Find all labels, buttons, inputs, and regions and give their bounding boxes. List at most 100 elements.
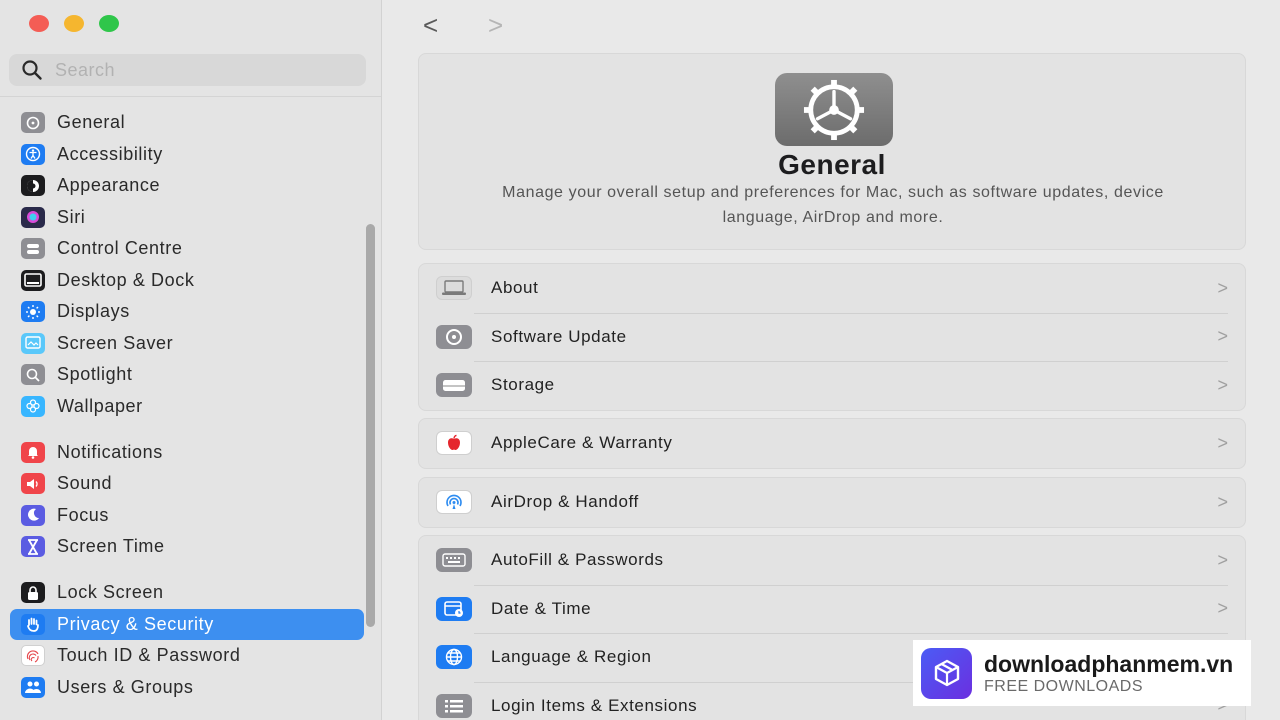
watermark-banner: downloadphanmem.vn FREE DOWNLOADS (913, 640, 1251, 706)
forward-button[interactable]: > (488, 10, 503, 41)
sidebar-item-screen-time[interactable]: Screen Time (10, 531, 364, 563)
sidebar-item-focus[interactable]: Focus (10, 500, 364, 532)
accessibility-icon (21, 143, 45, 165)
calendar-clock-icon (436, 596, 472, 621)
main-pane: < > General Manage your overall setup an… (383, 0, 1280, 720)
row-applecare-and-warranty[interactable]: AppleCare & Warranty > (419, 419, 1245, 468)
sidebar-item-label: Control Centre (57, 238, 183, 259)
chevron-right-icon: > (1217, 491, 1228, 512)
row-date-and-time[interactable]: Date & Time > (419, 584, 1245, 634)
minimize-window-button[interactable] (64, 15, 84, 32)
sidebar-item-label: Sound (57, 473, 113, 494)
page-description: Manage your overall setup and preference… (502, 184, 1164, 226)
sidebar-scrollbar[interactable] (366, 224, 375, 627)
airdrop-icon (436, 490, 472, 515)
close-window-button[interactable] (29, 15, 49, 32)
hourglass-icon (21, 536, 45, 558)
users-icon (21, 676, 45, 698)
globe-icon (436, 645, 472, 670)
sidebar-item-label: Wallpaper (57, 395, 143, 416)
sidebar-item-notifications[interactable]: Notifications (10, 437, 364, 469)
sidebar-item-desktop-and-dock[interactable]: Desktop & Dock (10, 265, 364, 297)
apple-icon (436, 431, 472, 456)
row-label: AutoFill & Passwords (491, 550, 664, 570)
sidebar-item-spotlight[interactable]: Spotlight (10, 359, 364, 391)
watermark-name: downloadphanmem.vn (984, 651, 1234, 677)
sidebar-item-label: Desktop & Dock (57, 269, 195, 290)
sidebar-item-sound[interactable]: Sound (10, 468, 364, 500)
row-label: Storage (491, 375, 555, 395)
sidebar-item-control-centre[interactable]: Control Centre (10, 233, 364, 265)
sidebar-item-screen-saver[interactable]: Screen Saver (10, 328, 364, 360)
sidebar-item-label: Appearance (57, 175, 161, 196)
dock-icon (21, 269, 45, 291)
sidebar-item-label: Touch ID & Password (57, 645, 241, 666)
row-label: AppleCare & Warranty (491, 433, 673, 453)
chevron-right-icon: > (1217, 326, 1228, 347)
settings-group: AppleCare & Warranty > (418, 418, 1246, 469)
chevron-right-icon: > (1217, 432, 1228, 453)
chevron-right-icon: > (1217, 374, 1228, 395)
sidebar-item-label: Spotlight (57, 364, 133, 385)
laptop-icon (436, 276, 472, 301)
back-button[interactable]: < (423, 10, 438, 41)
sidebar-item-siri[interactable]: Siri (10, 202, 364, 234)
gear-badge-icon (436, 324, 472, 349)
sidebar-divider (0, 96, 381, 97)
row-label: Date & Time (491, 598, 592, 618)
zoom-window-button[interactable] (99, 15, 119, 32)
sidebar-item-touch-id-and-password[interactable]: Touch ID & Password (10, 640, 364, 672)
screen-saver-icon (21, 332, 45, 354)
row-autofill-and-passwords[interactable]: AutoFill & Passwords > (419, 536, 1245, 585)
window-controls (29, 15, 119, 32)
siri-icon (21, 206, 45, 228)
settings-group: About > Software Update > Storage > (418, 263, 1246, 411)
sidebar-item-general[interactable]: General (10, 107, 364, 139)
search-input[interactable] (55, 59, 335, 81)
sidebar-item-label: Focus (57, 504, 110, 525)
hand-icon (21, 613, 45, 635)
sidebar-item-label: Screen Time (57, 536, 165, 557)
drive-icon (436, 373, 472, 398)
watermark-subtitle: FREE DOWNLOADS (984, 678, 1144, 695)
sidebar-item-appearance[interactable]: Appearance (10, 170, 364, 202)
row-software-update[interactable]: Software Update > (419, 312, 1245, 362)
appearance-icon (21, 175, 45, 197)
row-about[interactable]: About > (419, 264, 1245, 313)
sidebar-item-users-and-groups[interactable]: Users & Groups (10, 672, 364, 704)
sidebar-item-accessibility[interactable]: Accessibility (10, 139, 364, 171)
gear-icon (21, 112, 45, 134)
sidebar-item-label: General (57, 112, 126, 133)
sidebar-item-wallpaper[interactable]: Wallpaper (10, 391, 364, 423)
row-label: About (491, 278, 539, 298)
search-field[interactable] (9, 54, 366, 86)
row-label: Software Update (491, 326, 627, 346)
row-label: AirDrop & Handoff (491, 492, 639, 512)
general-gear-icon (775, 73, 893, 146)
chevron-right-icon: > (1217, 549, 1228, 570)
sidebar-item-privacy-and-security[interactable]: Privacy & Security (10, 608, 364, 640)
fingerprint-icon (21, 645, 45, 667)
sidebar-item-label: Screen Saver (57, 332, 174, 353)
page-title: General (778, 149, 886, 180)
settings-group: AirDrop & Handoff > (418, 477, 1246, 528)
bell-icon (21, 441, 45, 463)
sidebar-nav: General Accessibility Appearance Siri Contro… (10, 107, 364, 703)
list-icon (436, 693, 472, 718)
row-storage[interactable]: Storage > (419, 361, 1245, 410)
row-airdrop-and-handoff[interactable]: AirDrop & Handoff > (419, 478, 1245, 527)
search-icon (22, 60, 42, 80)
sidebar-item-label: Privacy & Security (57, 613, 214, 634)
box-logo-icon (921, 647, 972, 699)
chevron-right-icon: > (1217, 598, 1228, 619)
sidebar-item-lock-screen[interactable]: Lock Screen (10, 577, 364, 609)
general-header-card: General Manage your overall setup and pr… (418, 53, 1246, 250)
moon-icon (21, 504, 45, 526)
sidebar-item-displays[interactable]: Displays (10, 296, 364, 328)
keyboard-icon (436, 548, 472, 573)
control-centre-icon (21, 238, 45, 260)
sidebar-item-label: Notifications (57, 441, 163, 462)
sidebar-item-label: Siri (57, 206, 86, 227)
sidebar-group-separator (10, 422, 364, 437)
sidebar-item-label: Lock Screen (57, 582, 164, 603)
